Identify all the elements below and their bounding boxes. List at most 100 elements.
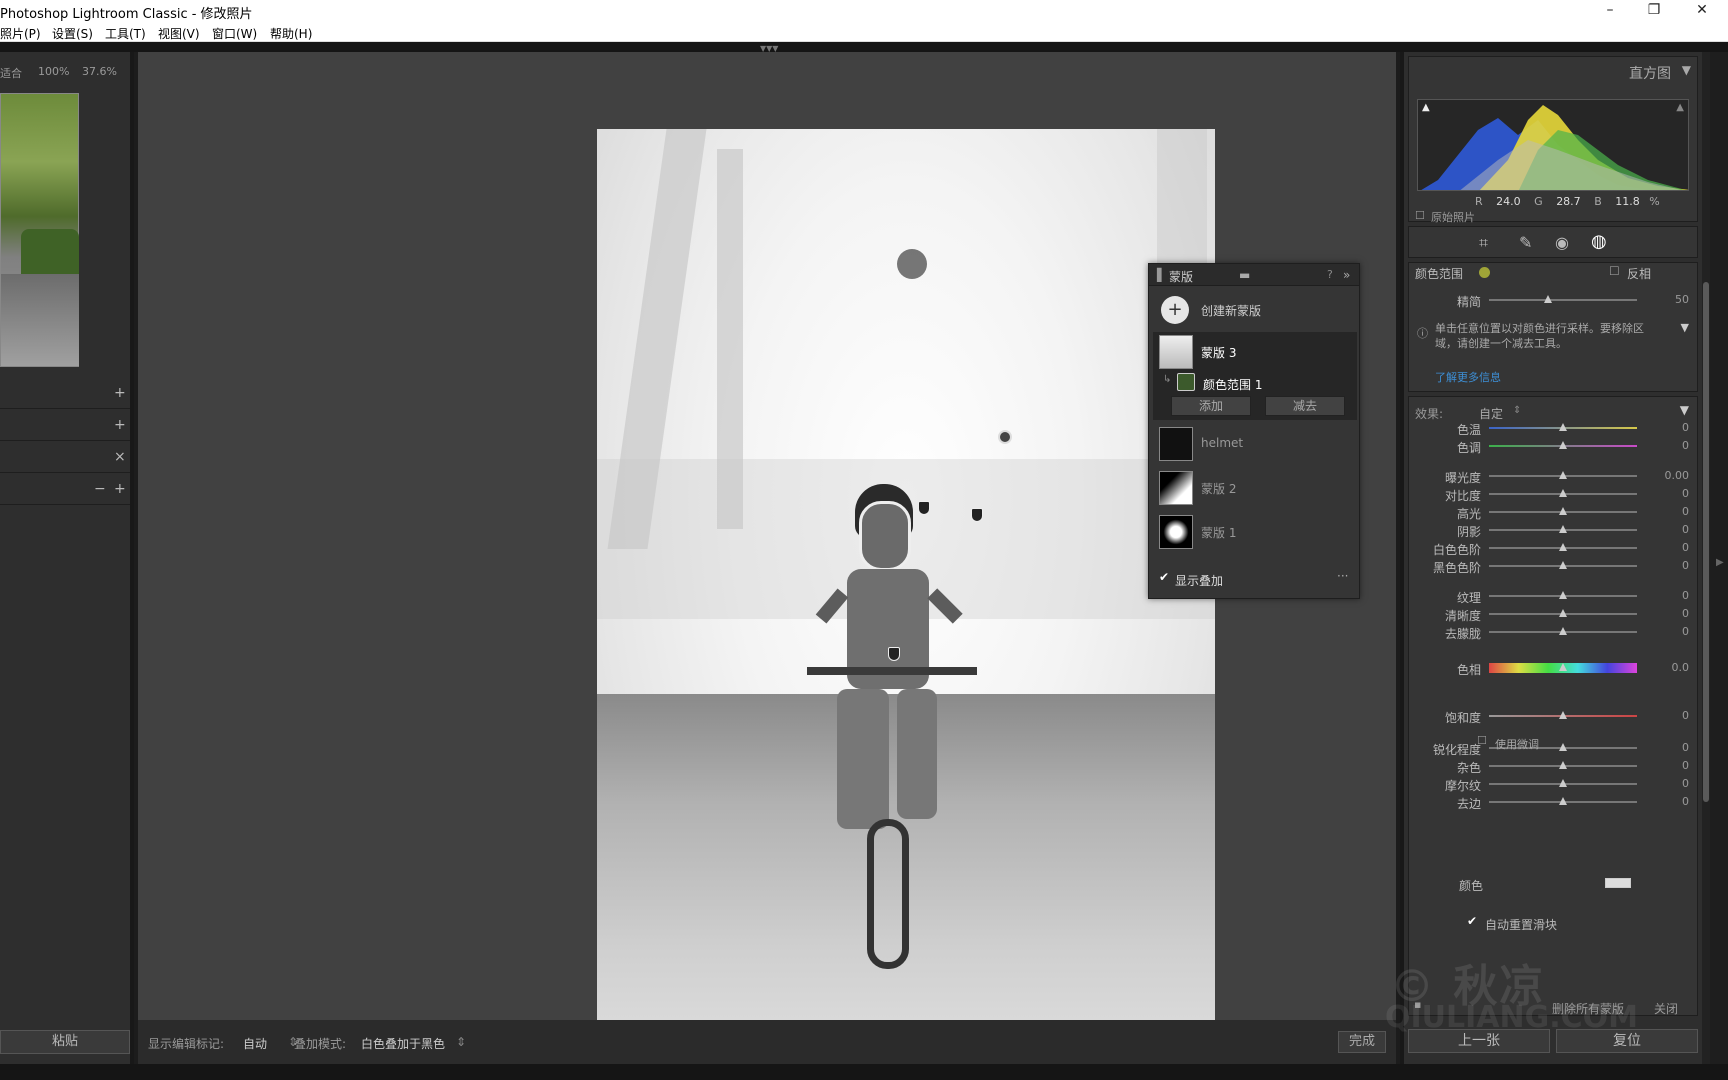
effect-slider-value[interactable]: 0 [1682, 421, 1689, 434]
effect-slider-value[interactable]: 0.00 [1665, 469, 1690, 482]
more-options-icon[interactable]: ··· [1337, 569, 1348, 583]
menu-settings[interactable]: 设置(S) [52, 25, 93, 42]
minus-icon[interactable]: − [94, 481, 106, 497]
plus-icon[interactable]: + [114, 417, 126, 433]
mask-item-2[interactable]: 蒙版 2 [1155, 468, 1353, 508]
presets-section[interactable]: + [0, 379, 130, 409]
mask-item-1[interactable]: 蒙版 1 [1155, 512, 1353, 552]
effect-slider[interactable]: 白色色阶 0 [1409, 539, 1699, 557]
maximize-icon[interactable]: ❐ [1632, 0, 1676, 22]
effect-slider-knob[interactable] [1559, 663, 1567, 671]
subtract-button[interactable]: 减去 [1265, 396, 1345, 416]
collections-section[interactable]: − + [0, 475, 130, 505]
effect-slider[interactable]: 去朦胧 0 [1409, 623, 1699, 641]
effect-slider-knob[interactable] [1559, 711, 1567, 719]
help-icon[interactable]: ? [1327, 268, 1333, 281]
plus-icon[interactable]: + [114, 385, 126, 401]
effect-slider-knob[interactable] [1559, 489, 1567, 497]
add-button[interactable]: 添加 [1171, 396, 1251, 416]
panel-grip-icon[interactable]: ▌ [1157, 268, 1166, 282]
fine-tune-checkbox[interactable]: ☐ [1477, 734, 1487, 747]
top-panel-toggle[interactable]: ▼▼▼ [0, 42, 1728, 53]
effect-slider-knob[interactable] [1559, 609, 1567, 617]
close-icon[interactable]: ✕ [1680, 0, 1724, 22]
effect-slider[interactable]: 曝光度 0.00 [1409, 467, 1699, 485]
menu-photo[interactable]: 照片(P) [0, 25, 41, 42]
effect-slider-knob[interactable] [1559, 561, 1567, 569]
sampled-color-swatch[interactable] [1479, 267, 1490, 278]
done-button[interactable]: 完成 [1338, 1031, 1386, 1053]
filmstrip-toggle[interactable] [0, 1064, 1728, 1080]
show-pins-select[interactable]: 自动 [243, 1035, 267, 1052]
effect-slider-knob[interactable] [1559, 543, 1567, 551]
effect-slider[interactable]: 高光 0 [1409, 503, 1699, 521]
overlay-mode-select[interactable]: 白色叠加于黑色 [361, 1035, 445, 1052]
right-panel-edge[interactable]: ▶ [1710, 52, 1728, 1064]
effect-slider-value[interactable]: 0 [1682, 709, 1689, 722]
effect-slider-value[interactable]: 0 [1682, 741, 1689, 754]
mask-item-3[interactable]: 蒙版 3 [1155, 332, 1353, 372]
effect-slider[interactable]: 对比度 0 [1409, 485, 1699, 503]
effect-slider[interactable]: 杂色 0 [1409, 757, 1699, 775]
effect-slider-knob[interactable] [1559, 779, 1567, 787]
effect-slider-knob[interactable] [1559, 591, 1567, 599]
effect-slider-knob[interactable] [1559, 507, 1567, 515]
menu-view[interactable]: 视图(V) [158, 25, 200, 42]
effect-slider-value[interactable]: 0 [1682, 625, 1689, 638]
navigator-zoom-100[interactable]: 100% [38, 65, 69, 78]
collapse-triangle-icon[interactable]: ▼ [1682, 63, 1691, 77]
effect-slider-knob[interactable] [1559, 441, 1567, 449]
paste-button[interactable]: 粘贴 [0, 1030, 130, 1054]
auto-reset-checkbox[interactable]: ✔ [1467, 914, 1477, 928]
mask-pin[interactable] [998, 430, 1012, 444]
histogram-chart[interactable]: ▲ ▲ [1417, 99, 1689, 191]
menu-tools[interactable]: 工具(T) [105, 25, 146, 42]
show-overlay-checkbox[interactable]: ✔ [1159, 570, 1169, 584]
effect-slider-value[interactable]: 0.0 [1672, 661, 1690, 674]
refine-knob[interactable] [1544, 295, 1552, 303]
effect-slider[interactable]: 清晰度 0 [1409, 605, 1699, 623]
mask-icon[interactable]: ◍ [1591, 231, 1607, 252]
effect-slider-knob[interactable] [1559, 525, 1567, 533]
collapse-handle-icon[interactable]: ▬ [1239, 268, 1250, 282]
navigator-preview[interactable] [0, 93, 79, 367]
refine-slider[interactable]: 精简 50 [1409, 291, 1699, 309]
healing-icon[interactable]: ✎ [1519, 233, 1532, 252]
crop-icon[interactable]: ⌗ [1479, 233, 1488, 253]
plus-icon[interactable]: + [1161, 296, 1189, 324]
effect-slider-knob[interactable] [1559, 797, 1567, 805]
original-photo-checkbox[interactable]: ☐ [1415, 209, 1425, 222]
snapshots-section[interactable]: + [0, 411, 130, 441]
effect-slider-value[interactable]: 0 [1682, 505, 1689, 518]
effect-slider-value[interactable]: 0 [1682, 559, 1689, 572]
minimize-icon[interactable]: – [1588, 0, 1632, 22]
invert-checkbox[interactable]: ☐ [1609, 264, 1620, 278]
effect-slider[interactable]: 去边 0 [1409, 793, 1699, 811]
effect-slider-value[interactable]: 0 [1682, 759, 1689, 772]
expand-triangle-icon[interactable]: ▼ [1681, 321, 1689, 334]
effect-slider-value[interactable]: 0 [1682, 487, 1689, 500]
effect-slider[interactable]: 纹理 0 [1409, 587, 1699, 605]
create-new-mask-button[interactable]: + 创建新蒙版 [1155, 290, 1353, 330]
image-stage[interactable]: ▌ 蒙版 ▬ ? » + 创建新蒙版 蒙版 3 ↳ 颜色范围 1 添加 减去 h… [138, 52, 1396, 1055]
navigator-zoom-custom[interactable]: 37.6% [82, 65, 117, 78]
refine-value[interactable]: 50 [1675, 293, 1689, 306]
history-section[interactable]: × [0, 443, 130, 473]
effect-slider-value[interactable]: 0 [1682, 439, 1689, 452]
effect-slider-knob[interactable] [1559, 471, 1567, 479]
plus-icon[interactable]: + [114, 481, 126, 497]
effect-slider[interactable]: 阴影 0 [1409, 521, 1699, 539]
photo-mask-overlay[interactable] [597, 129, 1215, 1055]
redeye-icon[interactable]: ◉ [1555, 233, 1569, 252]
menu-window[interactable]: 窗口(W) [212, 25, 257, 42]
effect-slider-knob[interactable] [1559, 627, 1567, 635]
effect-slider-value[interactable]: 0 [1682, 777, 1689, 790]
effect-slider-knob[interactable] [1559, 761, 1567, 769]
effect-slider-value[interactable]: 0 [1682, 589, 1689, 602]
mask-item-helmet[interactable]: helmet [1155, 424, 1353, 464]
effect-slider-value[interactable]: 0 [1682, 795, 1689, 808]
highlight-clipping-icon[interactable]: ▲ [1676, 102, 1684, 113]
effect-slider[interactable]: 色调 0 [1409, 437, 1699, 455]
effect-slider-value[interactable]: 0 [1682, 607, 1689, 620]
effect-slider-value[interactable]: 0 [1682, 523, 1689, 536]
